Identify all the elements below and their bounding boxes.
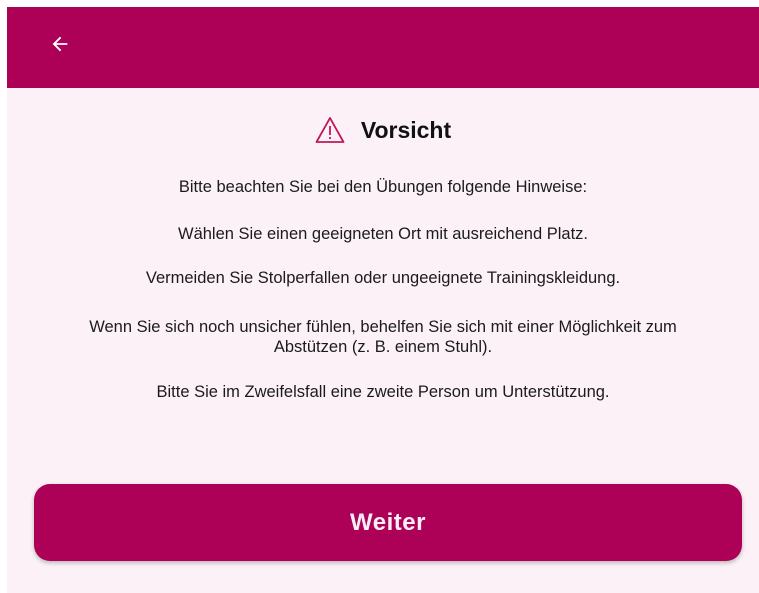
screen: Vorsicht Bitte beachten Sie bei den Übun… <box>7 7 759 593</box>
page-title: Vorsicht <box>360 116 452 143</box>
warning-triangle-icon <box>315 116 345 144</box>
hint-text: Vermeiden Sie Stolperfallen oder ungeeig… <box>145 269 621 287</box>
title-row: Vorsicht <box>7 116 759 144</box>
app-bar <box>7 7 759 88</box>
hint-text: Wählen Sie einen geeigneten Ort mit ausr… <box>178 225 588 243</box>
intro-text: Bitte beachten Sie bei den Übungen folge… <box>178 178 588 196</box>
hint-text: Wenn Sie sich noch unsicher fühlen, behe… <box>89 318 677 356</box>
back-button[interactable] <box>43 27 77 61</box>
continue-button[interactable]: Weiter <box>34 484 742 561</box>
arrow-left-icon <box>52 36 68 52</box>
hint-text: Bitte Sie im Zweifelsfall eine zweite Pe… <box>156 383 610 401</box>
